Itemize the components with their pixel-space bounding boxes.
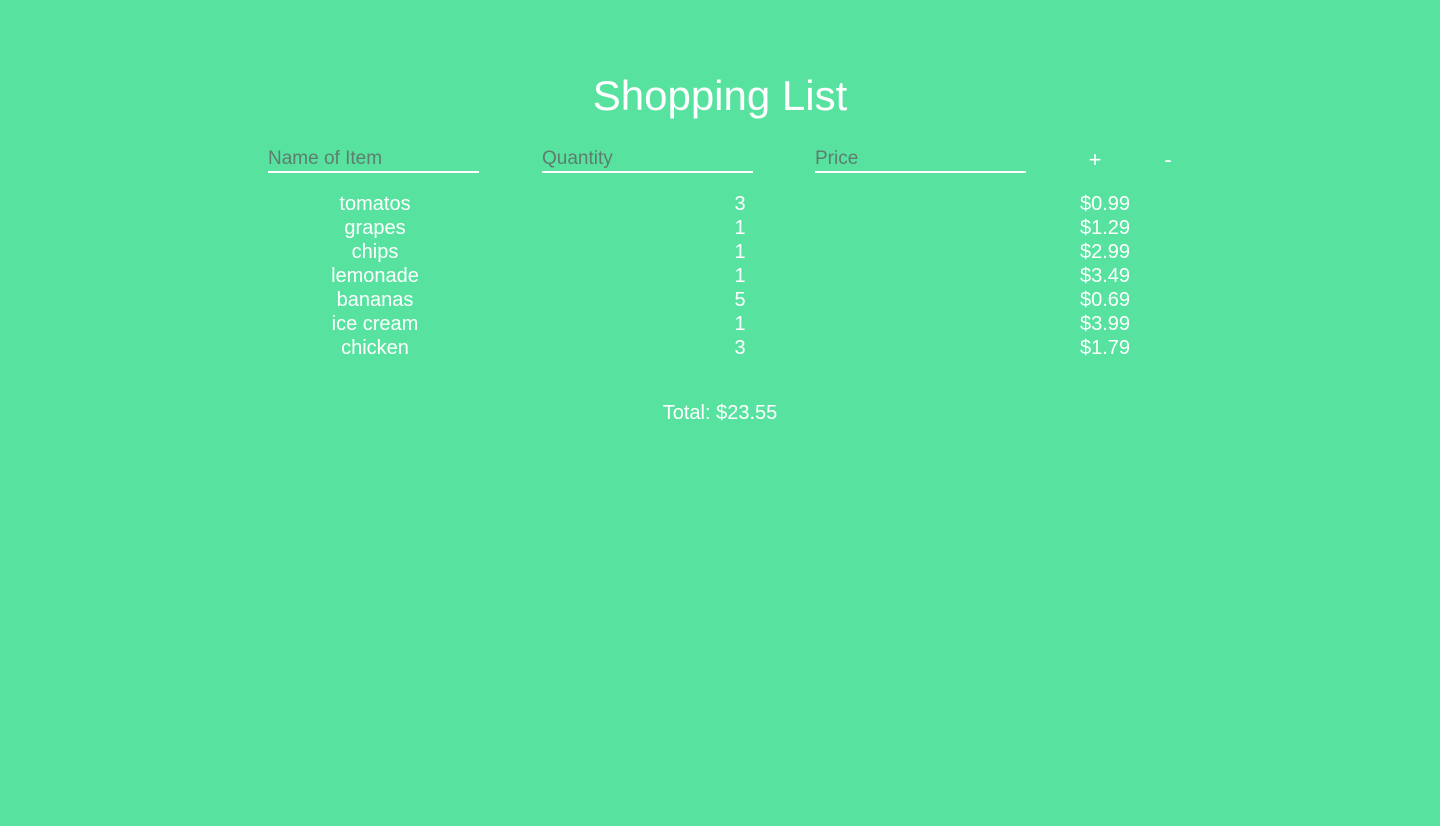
price-input[interactable] — [815, 146, 1026, 173]
item-quantity: 5 — [734, 289, 746, 311]
list-item: chips 1 $2.99 — [0, 240, 1440, 264]
item-quantity: 1 — [734, 313, 746, 335]
quantity-input[interactable] — [542, 146, 753, 173]
item-price: $2.99 — [1079, 241, 1131, 263]
list-item: lemonade 1 $3.49 — [0, 264, 1440, 288]
item-price: $3.49 — [1079, 265, 1131, 287]
item-quantity: 3 — [734, 193, 746, 215]
item-price: $0.69 — [1079, 289, 1131, 311]
item-name: tomatos — [339, 193, 411, 215]
item-name: ice cream — [331, 313, 419, 335]
total-amount: Total: $23.55 — [662, 402, 778, 424]
list-item: grapes 1 $1.29 — [0, 216, 1440, 240]
item-price: $3.99 — [1079, 313, 1131, 335]
item-price: $1.29 — [1079, 217, 1131, 239]
shopping-list: tomatos 3 $0.99 grapes 1 $1.29 chips 1 $… — [0, 192, 1440, 360]
list-item: bananas 5 $0.69 — [0, 288, 1440, 312]
item-name: lemonade — [331, 265, 419, 287]
item-quantity: 1 — [734, 217, 746, 239]
item-price: $1.79 — [1079, 337, 1131, 359]
item-name: grapes — [344, 217, 406, 239]
list-item: ice cream 1 $3.99 — [0, 312, 1440, 336]
page-title: Shopping List — [592, 72, 848, 119]
add-item-button[interactable]: + — [1075, 145, 1115, 175]
item-name: chicken — [341, 337, 409, 359]
item-quantity: 1 — [734, 241, 746, 263]
item-price: $0.99 — [1079, 193, 1131, 215]
item-quantity: 3 — [734, 337, 746, 359]
list-item: tomatos 3 $0.99 — [0, 192, 1440, 216]
remove-item-button[interactable]: - — [1148, 145, 1188, 175]
item-quantity: 1 — [734, 265, 746, 287]
item-name: bananas — [336, 289, 414, 311]
item-name-input[interactable] — [268, 146, 479, 173]
list-item: chicken 3 $1.79 — [0, 336, 1440, 360]
item-name: chips — [351, 241, 399, 263]
